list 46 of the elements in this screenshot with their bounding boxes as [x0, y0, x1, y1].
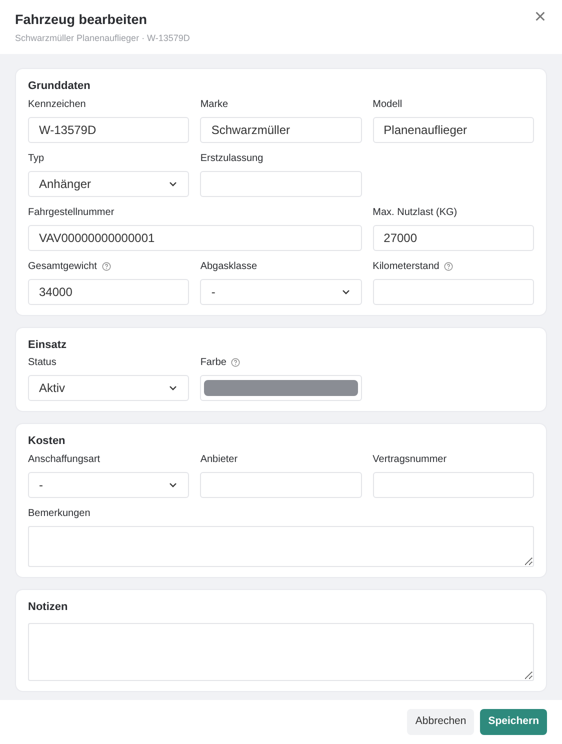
select-field[interactable]: Aktiv — [28, 375, 190, 401]
field-label: Gesamtgewicht — [28, 260, 97, 274]
field-label: Kilometerstand — [372, 260, 440, 274]
field-label: Anbieter — [200, 452, 238, 466]
section-title: Grunddaten — [28, 79, 92, 94]
notes-area[interactable] — [28, 623, 534, 681]
field-label: Typ — [28, 152, 44, 166]
section-title: Kosten — [28, 434, 66, 449]
color-field[interactable] — [200, 375, 362, 401]
field-label: Abgasklasse — [200, 260, 258, 274]
field-label: Max. Nutzlast (KG) — [372, 206, 458, 220]
field-label: Modell — [372, 98, 402, 112]
field-label: Vertragsnummer — [372, 452, 447, 466]
input-field[interactable] — [372, 472, 534, 498]
input-field[interactable]: VAV00000000000001 — [28, 224, 362, 250]
select-field[interactable]: Anhänger — [28, 170, 190, 196]
field-label: Erstzulassung — [200, 152, 264, 166]
section-title: Einsatz — [28, 338, 68, 352]
select-field[interactable]: - — [200, 278, 362, 304]
input-field[interactable]: 27000 — [372, 224, 534, 250]
input-field[interactable]: Planenauflieger — [372, 116, 534, 142]
help-icon[interactable] — [444, 262, 454, 270]
close-button[interactable]: × — [530, 4, 550, 30]
field-label: Fahrgestellnummer — [28, 206, 114, 220]
dialog-title: Fahrzeug bearbeiten — [15, 12, 148, 28]
field-label: Status — [28, 356, 56, 370]
field-label: Kennzeichen — [28, 98, 86, 112]
input-field[interactable]: W-13579D — [28, 116, 190, 142]
input-field[interactable]: Schwarzmüller — [200, 116, 362, 142]
section-title: Notizen — [28, 600, 69, 614]
help-icon[interactable] — [231, 358, 240, 367]
help-icon[interactable] — [102, 262, 111, 270]
save-button[interactable]: Speichern — [480, 709, 547, 735]
chevron-icon — [168, 383, 178, 393]
cancel-button[interactable]: Abbrechen — [407, 709, 474, 735]
field-label: Anschaffungsart — [28, 452, 100, 466]
field-label: Bemerkungen — [28, 506, 90, 520]
field-label: Marke — [200, 98, 228, 112]
input-field[interactable] — [200, 170, 362, 196]
select-field[interactable]: - — [28, 472, 190, 498]
input-field[interactable]: 34000 — [28, 278, 190, 304]
text-area[interactable] — [28, 526, 534, 566]
input-field[interactable] — [372, 278, 534, 304]
dialog-subtitle: Schwarzmüller Planenauflieger · W-13579D — [15, 32, 191, 46]
input-field[interactable] — [200, 472, 362, 498]
field-label: Farbe — [200, 356, 226, 370]
